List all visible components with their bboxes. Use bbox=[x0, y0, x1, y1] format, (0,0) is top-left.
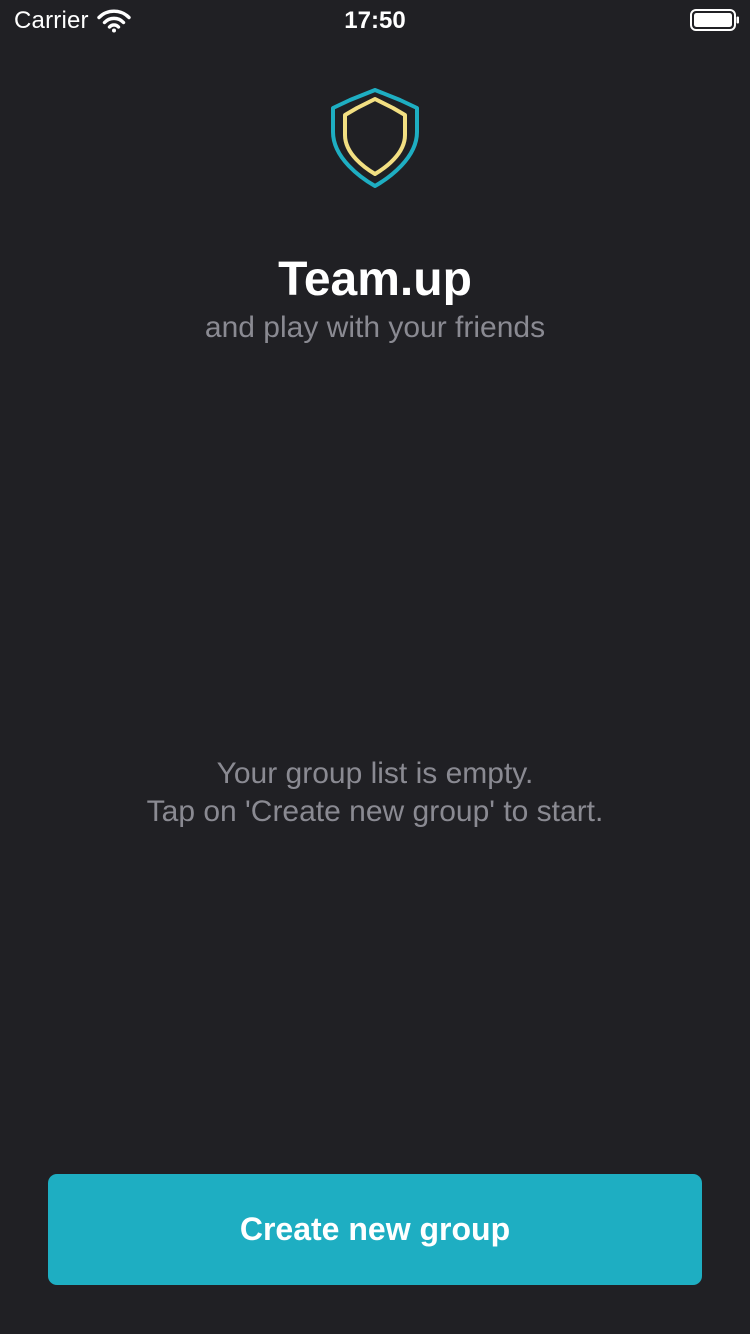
empty-state-line-1: Your group list is empty. bbox=[216, 757, 534, 790]
battery-icon bbox=[690, 9, 739, 31]
shield-icon bbox=[331, 88, 419, 188]
status-time: 17:50 bbox=[344, 7, 406, 34]
empty-state-line-2: Tap on 'Create new group' to start. bbox=[146, 795, 604, 828]
battery-fill bbox=[694, 13, 732, 27]
app-subtitle: and play with your friends bbox=[204, 311, 546, 344]
empty-state-message: Your group list is empty. Tap on 'Create… bbox=[0, 755, 750, 831]
create-new-group-button[interactable]: Create new group bbox=[48, 1174, 702, 1285]
app-title: Team.up bbox=[278, 253, 472, 306]
status-bar: Carrier 17:50 bbox=[0, 0, 750, 40]
